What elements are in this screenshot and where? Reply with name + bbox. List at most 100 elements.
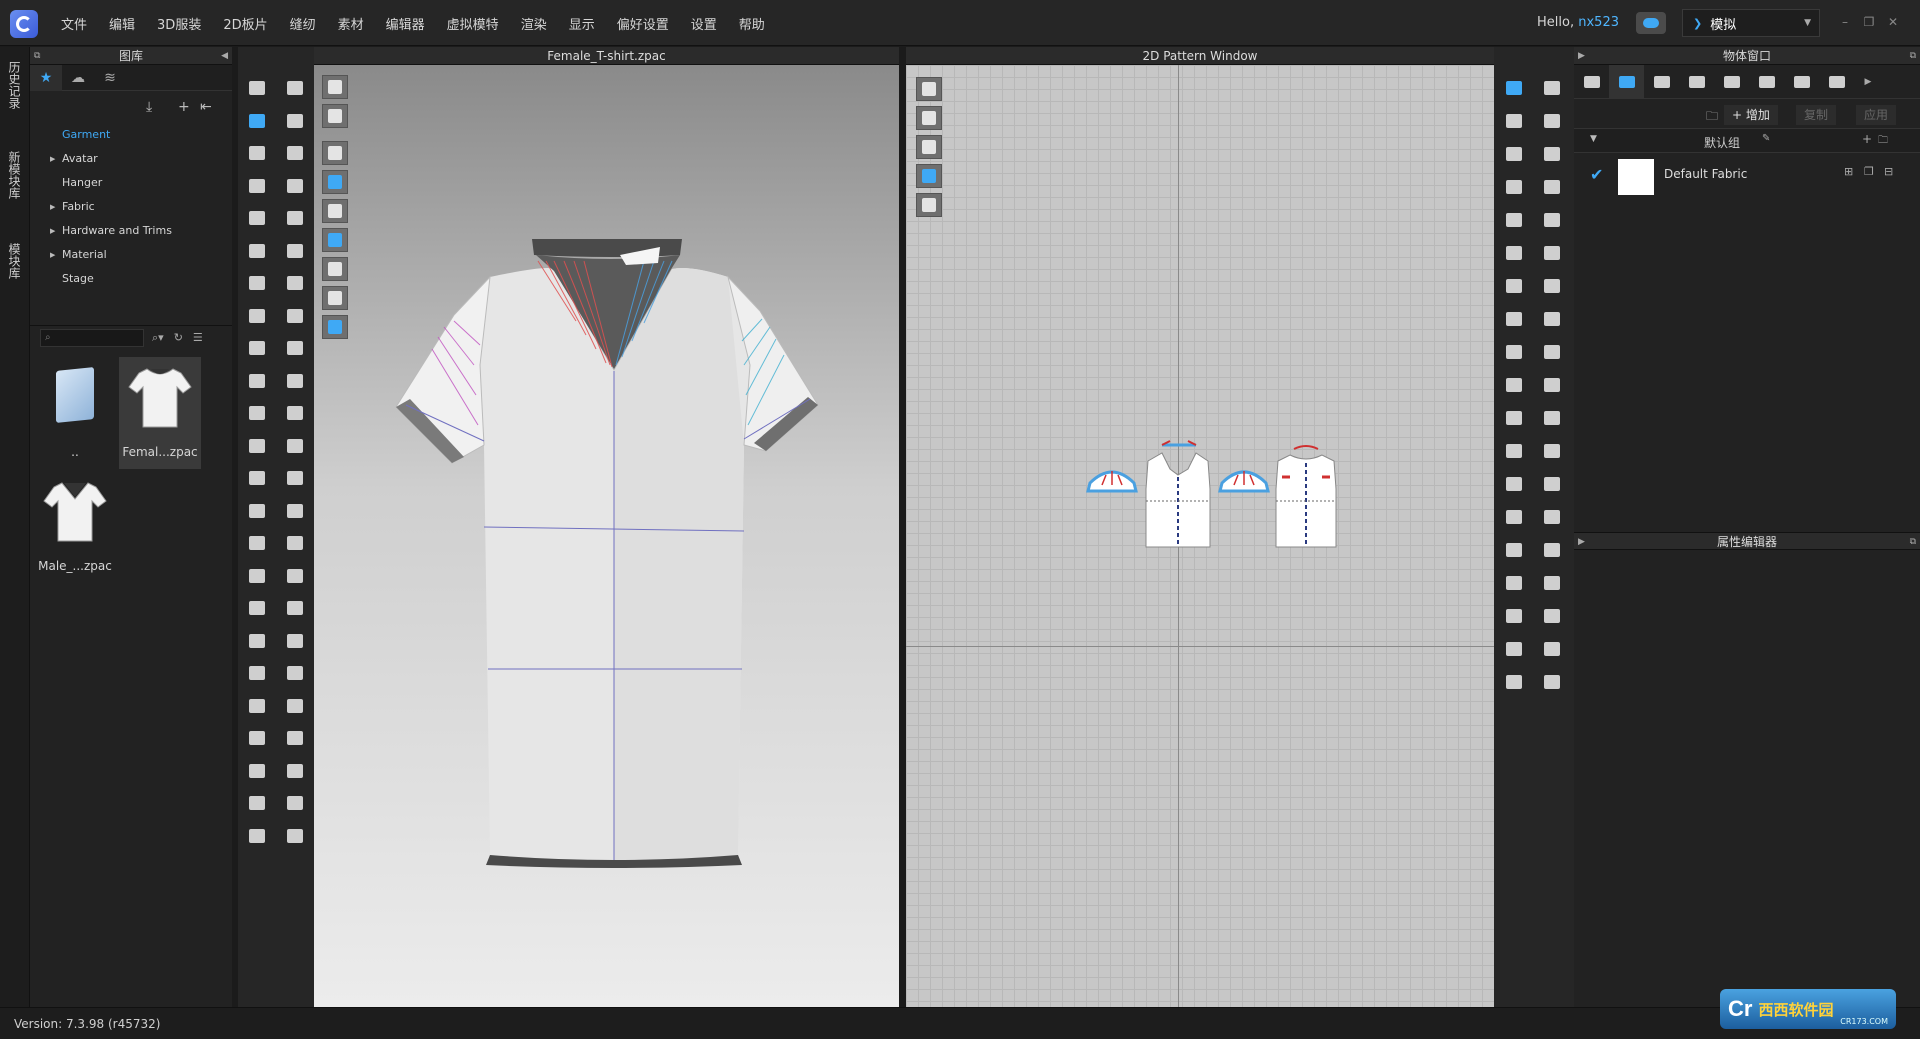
menu-settings[interactable]: 设置	[680, 14, 728, 33]
tool-icon[interactable]	[245, 434, 269, 458]
tool-icon[interactable]	[283, 369, 307, 393]
tool-icon[interactable]	[283, 401, 307, 425]
apply-button[interactable]: 应用	[1856, 105, 1897, 125]
tool-icon[interactable]	[283, 239, 307, 263]
tool-icon[interactable]	[245, 629, 269, 653]
zipper-tab-icon[interactable]	[1784, 65, 1819, 99]
menu-display[interactable]: 显示	[558, 14, 606, 33]
tool-icon[interactable]	[1502, 307, 1526, 331]
tool-icon[interactable]	[245, 109, 269, 133]
tool-icon[interactable]	[1540, 241, 1564, 265]
tool-icon[interactable]	[1502, 538, 1526, 562]
tree-item-material[interactable]: ▶ Material	[42, 243, 232, 267]
edit-pencil-icon[interactable]: ✎	[1762, 133, 1770, 144]
tool-icon[interactable]	[1502, 208, 1526, 232]
trim-tab-icon[interactable]	[1819, 65, 1854, 99]
refresh-icon[interactable]: ↻	[174, 331, 183, 345]
tool-icon[interactable]	[245, 694, 269, 718]
library-search-input[interactable]: ⌕	[40, 328, 144, 347]
tree-item-garment[interactable]: Garment	[42, 123, 232, 147]
tool-icon[interactable]	[283, 564, 307, 588]
tool-icon[interactable]	[245, 824, 269, 848]
tool-icon[interactable]	[245, 499, 269, 523]
tool-icon[interactable]	[245, 661, 269, 685]
menu-editor[interactable]: 编辑器	[375, 14, 436, 33]
tool-icon[interactable]	[1540, 109, 1564, 133]
tool-icon[interactable]	[283, 76, 307, 100]
tool-icon[interactable]	[1502, 472, 1526, 496]
collapse-left-icon[interactable]: ◀	[221, 47, 228, 65]
menu-preferences[interactable]: 偏好设置	[606, 14, 680, 33]
tool-icon[interactable]	[245, 369, 269, 393]
tool-icon[interactable]	[245, 304, 269, 328]
download-icon[interactable]: ⤓	[146, 99, 152, 115]
add-icon[interactable]: +	[1862, 132, 1872, 146]
tool-icon[interactable]	[283, 434, 307, 458]
menu-render[interactable]: 渲染	[510, 14, 558, 33]
menu-avatar[interactable]: 虚拟模特	[436, 14, 510, 33]
tool-icon[interactable]	[283, 174, 307, 198]
username[interactable]: nx523	[1578, 15, 1619, 30]
menu-edit[interactable]: 编辑	[98, 14, 146, 33]
tool-icon[interactable]	[245, 336, 269, 360]
tool-icon[interactable]	[283, 206, 307, 230]
tree-item-fabric[interactable]: ▶ Fabric	[42, 195, 232, 219]
checkmark-icon[interactable]: ✔	[1590, 165, 1603, 184]
tool-icon[interactable]	[245, 759, 269, 783]
menu-3d-garment[interactable]: 3D服装	[146, 14, 212, 33]
button-tab-icon[interactable]	[1679, 65, 1714, 99]
tool-icon[interactable]	[1502, 76, 1526, 100]
tool-icon[interactable]	[245, 76, 269, 100]
tab-history[interactable]: 历史记录	[6, 61, 23, 109]
search-options-icon[interactable]: ⌕▾	[152, 331, 164, 345]
tree-item-hardware-trims[interactable]: ▶ Hardware and Trims	[42, 219, 232, 243]
tab-module-library[interactable]: 模块库	[6, 243, 23, 279]
folder-icon[interactable]: 🗀	[1878, 133, 1888, 150]
list-icon[interactable]	[1574, 65, 1609, 99]
fabric-item-default[interactable]: ✔ Default Fabric ⊞ ❐ ⊟	[1574, 153, 1920, 197]
cloud-sync-button[interactable]	[1636, 12, 1666, 34]
tool-icon[interactable]	[1502, 175, 1526, 199]
tool-icon[interactable]	[1540, 472, 1564, 496]
favorites-star-icon[interactable]: ★	[30, 65, 62, 91]
collapse-right-icon[interactable]: ▶	[1578, 533, 1585, 551]
tool-icon[interactable]	[283, 499, 307, 523]
menu-help[interactable]: 帮助	[728, 14, 776, 33]
tool-icon[interactable]	[283, 466, 307, 490]
delete-fabric-icon[interactable]: ⊟	[1884, 165, 1893, 178]
list-view-icon[interactable]: ☰	[193, 331, 203, 345]
tab-new-module-library[interactable]: 新模块库	[6, 151, 23, 199]
tool-icon[interactable]	[1540, 340, 1564, 364]
thumbnail-male-tshirt[interactable]: Male_...zpac	[34, 471, 116, 583]
tool-icon[interactable]	[283, 661, 307, 685]
tool-icon[interactable]	[283, 336, 307, 360]
tool-icon[interactable]	[1502, 571, 1526, 595]
tool-icon[interactable]	[245, 726, 269, 750]
tool-icon[interactable]	[1540, 307, 1564, 331]
fabric-tab-icon[interactable]	[1609, 64, 1644, 99]
expand-arrow-icon[interactable]: ▶	[50, 243, 55, 267]
tree-item-stage[interactable]: Stage	[42, 267, 232, 291]
tool-icon[interactable]	[1540, 505, 1564, 529]
tool-icon[interactable]	[1502, 670, 1526, 694]
tool-icon[interactable]	[1502, 439, 1526, 463]
tool-icon[interactable]	[1502, 505, 1526, 529]
default-group-row[interactable]: ▼ 默认组 ✎ + 🗀	[1574, 129, 1920, 153]
tool-icon[interactable]	[1502, 637, 1526, 661]
tool-icon[interactable]	[1540, 142, 1564, 166]
copy-fabric-icon[interactable]: ❐	[1864, 165, 1874, 178]
menu-file[interactable]: 文件	[50, 14, 98, 33]
copy-button[interactable]: 复制	[1796, 105, 1837, 125]
tool-icon[interactable]	[283, 726, 307, 750]
tool-icon[interactable]	[1502, 406, 1526, 430]
tool-icon[interactable]	[1540, 175, 1564, 199]
tool-icon[interactable]	[1502, 241, 1526, 265]
3d-viewport[interactable]	[314, 65, 899, 1007]
menu-sewing[interactable]: 缝纫	[279, 14, 327, 33]
tree-item-hanger[interactable]: Hanger	[42, 171, 232, 195]
popout-icon[interactable]: ⧉	[34, 47, 40, 65]
popout-icon[interactable]: ⧉	[1910, 533, 1916, 551]
tool-icon[interactable]	[1540, 439, 1564, 463]
tree-item-avatar[interactable]: ▶ Avatar	[42, 147, 232, 171]
tool-icon[interactable]	[1540, 208, 1564, 232]
